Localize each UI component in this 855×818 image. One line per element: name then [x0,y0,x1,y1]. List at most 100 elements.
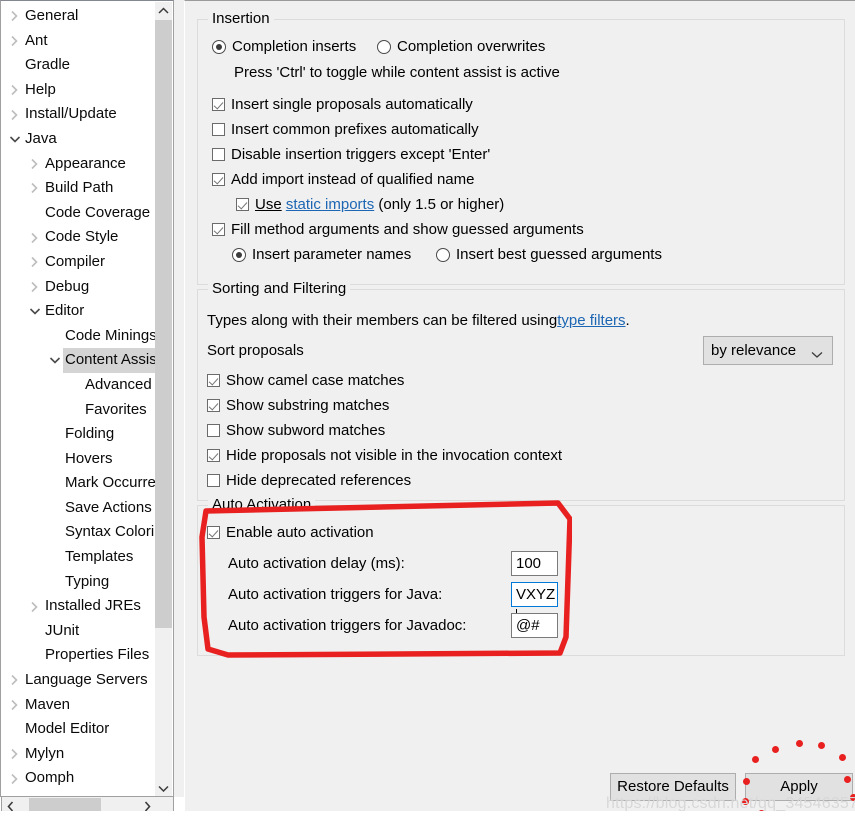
tree-item-oomph[interactable]: Oomph [1,766,156,786]
tree-item-content-assist[interactable]: Content Assist [1,348,156,373]
tree-item-label: Folding [65,425,115,443]
option-hide-not-visible[interactable]: Hide proposals not visible in the invoca… [207,447,562,464]
tree-item-language-servers[interactable]: Language Servers [1,668,156,693]
checkbox-insert-common-prefixes[interactable] [212,123,225,136]
sort-proposals-dropdown[interactable]: by relevance [703,336,833,365]
chevron-right-icon[interactable] [6,84,23,96]
checkbox-add-import[interactable] [212,173,225,186]
preferences-tree[interactable]: General Ant Gradle Help Install/Update Java Ap… [1,4,156,786]
tree-item-build-path[interactable]: Build Path [1,176,156,201]
auto-activation-java-input[interactable]: VXYZ [511,582,558,625]
checkbox-use-static-imports[interactable] [236,198,249,211]
chevron-right-icon[interactable] [6,773,23,785]
chevron-right-icon[interactable] [6,35,23,47]
chevron-right-icon[interactable] [6,699,23,711]
tree-item-debug[interactable]: Debug [1,275,156,300]
option-show-substring[interactable]: Show substring matches [207,397,389,414]
option-insert-best-guessed-arguments[interactable]: Insert best guessed arguments [436,246,662,263]
tree-item-advanced[interactable]: Advanced [1,373,156,398]
option-add-import[interactable]: Add import instead of qualified name [212,171,474,188]
tree-item-maven[interactable]: Maven [1,693,156,718]
checkbox-hide-not-visible[interactable] [207,449,220,462]
checkbox-show-camel-case[interactable] [207,374,220,387]
tree-item-hovers[interactable]: Hovers [1,447,156,472]
tree-item-label: Help [25,80,56,98]
chevron-right-icon[interactable] [6,10,23,22]
checkbox-show-subword[interactable] [207,424,220,437]
tree-item-java[interactable]: Java [1,127,156,152]
option-completion-inserts[interactable]: Completion inserts [212,38,356,55]
option-fill-method-arguments[interactable]: Fill method arguments and show guessed a… [212,221,584,238]
tree-item-model-editor[interactable]: Model Editor [1,717,156,742]
tree-item-folding[interactable]: Folding [1,422,156,447]
auto-activation-delay-label-row: Auto activation delay (ms): [228,555,405,572]
tree-item-junit[interactable]: JUnit [1,619,156,644]
option-hide-deprecated[interactable]: Hide deprecated references [207,472,411,489]
option-insert-single-proposals[interactable]: Insert single proposals automatically [212,96,473,113]
option-use-static-imports[interactable]: Use static imports (only 1.5 or higher) [236,196,504,213]
radio-insert-parameter-names[interactable] [232,247,246,262]
chevron-right-icon[interactable] [6,748,23,760]
chevron-right-icon[interactable] [26,182,43,194]
option-enable-auto-activation[interactable]: Enable auto activation [207,524,374,541]
tree-item-save-actions[interactable]: Save Actions [1,496,156,521]
checkbox-enable-auto-activation[interactable] [207,526,220,539]
tree-scroll-thumb[interactable] [155,20,172,628]
radio-completion-overwrites[interactable] [377,39,391,54]
chevron-right-icon[interactable] [6,674,23,686]
chevron-right-icon[interactable] [6,109,23,121]
ctrl-toggle-hint: Press 'Ctrl' to toggle while content ass… [234,64,560,81]
chevron-right-icon[interactable] [26,281,43,293]
scroll-down-button[interactable] [155,780,172,796]
tree-item-templates[interactable]: Templates [1,545,156,570]
tree-item-code-minings[interactable]: Code Minings [1,324,156,349]
option-insert-parameter-names[interactable]: Insert parameter names [232,246,411,263]
tree-item-mylyn[interactable]: Mylyn [1,742,156,767]
type-filters-link[interactable]: type filters [557,312,625,329]
checkbox-hide-not-visible-label: Hide proposals not visible in the invoca… [226,447,563,464]
auto-activation-javadoc-input[interactable]: @# [511,613,558,638]
tree-item-ant[interactable]: Ant [1,29,156,54]
checkbox-fill-method-arguments[interactable] [212,223,225,236]
radio-completion-inserts[interactable] [212,39,226,54]
checkbox-hide-deprecated[interactable] [207,474,220,487]
chevron-right-icon[interactable] [26,232,43,244]
tree-item-code-coverage[interactable]: Code Coverage [1,201,156,226]
tree-item-compiler[interactable]: Compiler [1,250,156,275]
radio-insert-best-guessed-arguments[interactable] [436,247,450,262]
tree-item-properties-files[interactable]: Properties Files [1,643,156,668]
checkbox-disable-insertion-triggers[interactable] [212,148,225,161]
tree-item-general[interactable]: General [1,4,156,29]
option-show-camel-case[interactable]: Show camel case matches [207,372,404,389]
chevron-right-icon[interactable] [26,256,43,268]
static-imports-link[interactable]: static imports [286,196,374,213]
auto-activation-delay-input[interactable]: 100 [511,551,558,576]
chevron-down-icon[interactable] [26,307,43,316]
scroll-up-button[interactable] [155,2,172,19]
option-show-subword[interactable]: Show subword matches [207,422,385,439]
auto-activation-javadoc-value: @# [516,617,540,634]
option-insert-common-prefixes[interactable]: Insert common prefixes automatically [212,121,479,138]
checkbox-show-subword-label: Show subword matches [226,422,386,439]
tree-item-label: General [25,7,79,24]
tree-item-editor[interactable]: Editor [1,299,156,324]
chevron-down-icon[interactable] [6,135,23,144]
tree-item-syntax-coloring[interactable]: Syntax Coloring [1,520,156,545]
checkbox-show-substring[interactable] [207,399,220,412]
tree-item-appearance[interactable]: Appearance [1,152,156,177]
tree-item-code-style[interactable]: Code Style [1,225,156,250]
option-completion-overwrites[interactable]: Completion overwrites [377,38,545,55]
chevron-right-icon[interactable] [26,158,43,170]
tree-vertical-scrollbar[interactable] [155,2,172,796]
tree-item-typing[interactable]: Typing [1,570,156,595]
tree-item-gradle[interactable]: Gradle [1,53,156,78]
tree-item-installed-jres[interactable]: Installed JREs [1,594,156,619]
checkbox-insert-single-proposals[interactable] [212,98,225,111]
tree-item-favorites[interactable]: Favorites [1,398,156,423]
tree-item-mark-occurrences[interactable]: Mark Occurrences [1,471,156,496]
chevron-right-icon[interactable] [26,601,43,613]
tree-item-install-update[interactable]: Install/Update [1,102,156,127]
chevron-down-icon[interactable] [46,356,63,365]
tree-item-help[interactable]: Help [1,78,156,103]
option-disable-insertion-triggers[interactable]: Disable insertion triggers except 'Enter… [212,146,490,163]
